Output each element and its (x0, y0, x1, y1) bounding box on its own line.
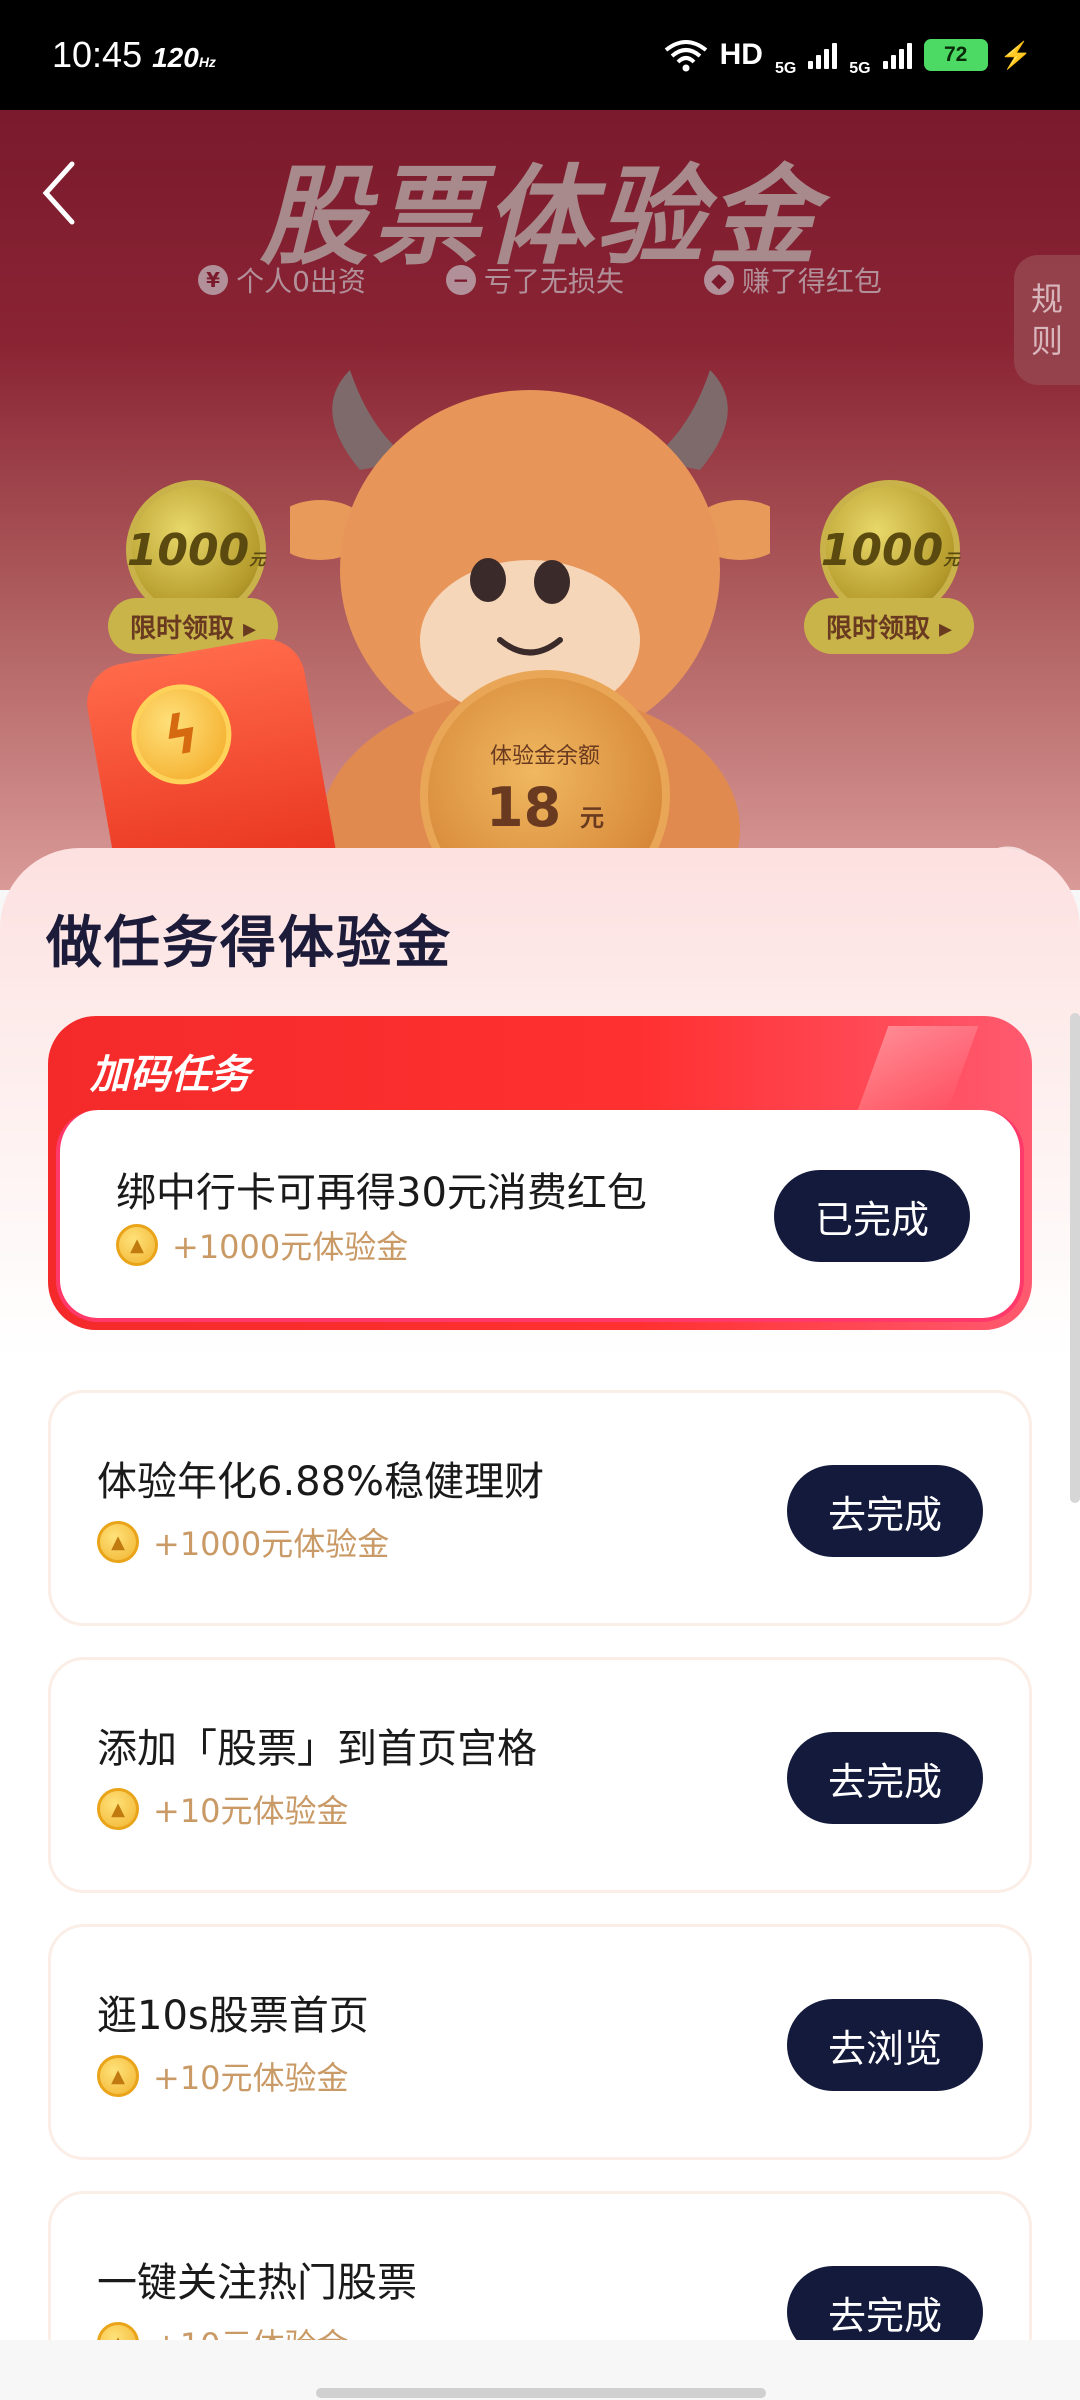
feature-no-investment: ¥ 个人0出资 (198, 260, 366, 300)
task-reward-label: +1000元体验金 (172, 1228, 409, 1266)
task-reward: ▲ +10元体验金 (97, 1786, 349, 1832)
right-claim-button[interactable]: 限时领取 ▸ (804, 598, 974, 654)
task-name: 逛10s股票首页 (97, 1993, 369, 2039)
task-card: 添加「股票」到首页宫格 ▲ +10元体验金 去完成 (48, 1657, 1032, 1893)
wifi-icon (664, 40, 707, 72)
task-reward-label: +10元体验金 (153, 1792, 349, 1830)
sheet-title: 做任务得体验金 (46, 911, 452, 976)
hd-label: HD (719, 38, 763, 71)
status-right: HD 5G 5G 72 ⚡ (664, 32, 1032, 78)
coin-icon: ▲ (97, 1521, 139, 1563)
task-reward-label: +1000元体验金 (153, 1525, 390, 1563)
feature-no-loss: − 亏了无损失 (445, 260, 624, 300)
coin-icon: ▲ (116, 1224, 158, 1266)
completed-button[interactable]: 已完成 (774, 1170, 970, 1262)
coin-icon: ▲ (97, 2055, 139, 2097)
task-name: 体验年化6.88%稳健理财 (97, 1459, 545, 1505)
go-complete-button[interactable]: 去完成 (787, 1465, 983, 1557)
boost-title: 加码任务 (90, 1052, 250, 1098)
status-left: 10:45 120Hz (52, 34, 216, 76)
signal-icon (808, 41, 838, 69)
go-browse-button[interactable]: 去浏览 (787, 1999, 983, 2091)
balance-label: 体验金余额 (489, 744, 600, 769)
red-packet-icon: ◆ (703, 265, 734, 295)
home-indicator[interactable] (316, 2388, 766, 2398)
rules-button[interactable]: 规 则 (1014, 255, 1080, 385)
task-reward: ▲ +1000元体验金 (116, 1222, 408, 1268)
feature-label: 赚了得红包 (741, 265, 882, 298)
hero-features: ¥ 个人0出资 − 亏了无损失 ◆ 赚了得红包 (0, 260, 1080, 300)
balance-amount: 18 (486, 776, 562, 839)
rules-label-2: 则 (1030, 322, 1063, 360)
battery-icon: 72 (923, 39, 988, 71)
rules-label-1: 规 (1030, 280, 1063, 318)
lightning-icon: ϟ (123, 676, 240, 793)
task-reward: ▲ +10元体验金 (97, 2053, 349, 2099)
hero-banner: 股票体验金 ¥ 个人0出资 − 亏了无损失 ◆ 赚了得红包 规 则 1000 元 … (0, 110, 1080, 890)
right-coin-amount: 1000 (820, 524, 944, 576)
balance-value: 18 元 (428, 776, 662, 839)
coin-icon: ▲ (97, 1788, 139, 1830)
boost-task-item: 绑中行卡可再得30元消费红包 ▲ +1000元体验金 已完成 (56, 1110, 1024, 1322)
left-coin-amount: 1000 (126, 524, 250, 576)
status-bar: 10:45 120Hz HD 5G 5G 72 ⚡ (0, 0, 1080, 110)
charging-icon: ⚡ (999, 39, 1032, 70)
task-sheet: 做任务得体验金 加码任务 绑中行卡可再得30元消费红包 ▲ +1000元体验金 … (0, 848, 1080, 2348)
scrollbar[interactable] (1070, 1013, 1080, 1503)
task-name: 添加「股票」到首页宫格 (97, 1726, 537, 1772)
signal-icon-2 (882, 41, 912, 69)
network-5g-label: 5G (774, 60, 797, 77)
battery-level: 72 (943, 43, 968, 66)
yuan-icon: ¥ (198, 265, 229, 295)
go-complete-button[interactable]: 去完成 (787, 2266, 983, 2348)
go-complete-button[interactable]: 去完成 (787, 1732, 983, 1824)
refresh-rate: 120Hz (152, 42, 216, 74)
task-card: 一键关注热门股票 ▲ +10元体验金 去完成 (48, 2191, 1032, 2348)
refresh-rate-value: 120 (152, 42, 199, 73)
task-card: 逛10s股票首页 ▲ +10元体验金 去浏览 (48, 1924, 1032, 2160)
feature-label: 个人0出资 (236, 265, 366, 298)
system-nav-bar (0, 2340, 1080, 2400)
task-card: 体验年化6.88%稳健理财 ▲ +1000元体验金 去完成 (48, 1390, 1032, 1626)
network-5g-label-2: 5G (849, 60, 871, 77)
task-reward: ▲ +1000元体验金 (97, 1519, 389, 1565)
status-time: 10:45 (52, 34, 143, 75)
right-coin-unit: 元 (943, 550, 960, 569)
boost-decoration (855, 1026, 979, 1116)
task-name: 一键关注热门股票 (97, 2260, 417, 2306)
task-reward-label: +10元体验金 (153, 2059, 349, 2097)
left-coin-unit: 元 (249, 550, 266, 569)
minus-icon: − (445, 265, 476, 295)
feature-label: 亏了无损失 (483, 265, 624, 298)
feature-red-packet: ◆ 赚了得红包 (703, 260, 882, 300)
task-name: 绑中行卡可再得30元消费红包 (116, 1170, 647, 1216)
boost-task-card: 加码任务 绑中行卡可再得30元消费红包 ▲ +1000元体验金 已完成 (48, 1016, 1032, 1330)
refresh-rate-unit: Hz (198, 54, 216, 70)
balance-unit: 元 (579, 804, 604, 832)
